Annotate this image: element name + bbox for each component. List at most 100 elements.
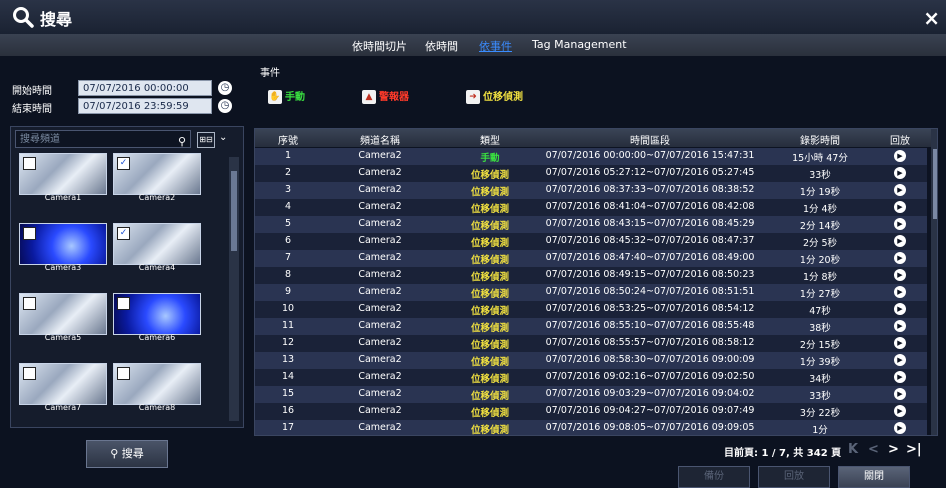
play-icon[interactable]: ▶	[894, 422, 906, 434]
play-icon[interactable]: ▶	[894, 269, 906, 281]
table-row[interactable]: 6 Camera2 位移偵測 07/07/2016 08:45:32~07/07/20…	[255, 233, 927, 250]
tab-tag-management[interactable]: Tag Management	[532, 38, 627, 51]
camera-tile[interactable]: Camera6	[113, 293, 203, 343]
camera-tile[interactable]: Camera8	[113, 363, 203, 413]
header-time-range: 時間區段	[630, 136, 670, 147]
camera-checkbox[interactable]	[23, 157, 36, 170]
play-icon[interactable]: ▶	[894, 218, 906, 230]
play-icon[interactable]: ▶	[894, 320, 906, 332]
event-label: 事件	[260, 68, 280, 79]
table-row[interactable]: 7 Camera2 位移偵測 07/07/2016 08:47:40~07/07/20…	[255, 250, 927, 267]
play-icon[interactable]: ▶	[894, 388, 906, 400]
play-icon[interactable]: ▶	[894, 201, 906, 213]
end-clock-icon[interactable]: ◷	[218, 99, 232, 113]
cell-time-range: 07/07/2016 09:04:27~07/07/2016 09:07:49	[545, 405, 755, 416]
camera-checkbox[interactable]	[23, 227, 36, 240]
table-row[interactable]: 8 Camera2 位移偵測 07/07/2016 08:49:15~07/07/20…	[255, 267, 927, 284]
table-row[interactable]: 3 Camera2 位移偵測 07/07/2016 08:37:33~07/07/20…	[255, 182, 927, 199]
play-icon[interactable]: ▶	[894, 150, 906, 162]
play-icon[interactable]: ▶	[894, 286, 906, 298]
camera-thumbnail[interactable]	[113, 293, 201, 335]
tab-by-event[interactable]: 依事件	[479, 38, 512, 54]
channel-scrollbar[interactable]	[229, 157, 239, 421]
camera-thumbnail[interactable]	[113, 363, 201, 405]
camera-tile[interactable]: Camera3	[19, 223, 109, 273]
camera-checkbox[interactable]	[117, 297, 130, 310]
end-time-input[interactable]: 07/07/2016 23:59:59	[78, 98, 212, 114]
camera-tile[interactable]: Camera5	[19, 293, 109, 343]
cell-time-range: 07/07/2016 08:45:32~07/07/2016 08:47:37	[545, 235, 755, 246]
last-page-icon[interactable]: >|	[906, 442, 922, 457]
table-scrollbar[interactable]	[931, 129, 937, 435]
tab-time-slice[interactable]: 依時間切片	[352, 38, 407, 54]
cell-type: 位移偵測	[470, 289, 509, 300]
next-page-icon[interactable]: >	[888, 442, 899, 457]
first-page-icon[interactable]: K	[848, 442, 858, 457]
tab-bar: 依時間切片 依時間 依事件 Tag Management	[0, 34, 946, 56]
camera-thumbnail[interactable]: ✓	[113, 153, 201, 195]
table-row[interactable]: 2 Camera2 位移偵測 07/07/2016 05:27:12~07/07/20…	[255, 165, 927, 182]
cell-type: 位移偵測	[470, 425, 509, 436]
table-row[interactable]: 15 Camera2 位移偵測 07/07/2016 09:03:29~07/07/2…	[255, 386, 927, 403]
view-toggle-icon[interactable]: ⊞⊟	[197, 132, 215, 148]
backup-button[interactable]: 備份	[678, 466, 750, 488]
table-row[interactable]: 14 Camera2 位移偵測 07/07/2016 09:02:16~07/07/2…	[255, 369, 927, 386]
start-clock-icon[interactable]: ◷	[218, 81, 232, 95]
close-icon[interactable]: ×	[923, 6, 940, 30]
play-icon[interactable]: ▶	[894, 167, 906, 179]
camera-checkbox[interactable]: ✓	[117, 227, 130, 240]
close-button[interactable]: 關閉	[838, 466, 910, 488]
event-type-alarm[interactable]: ▲ 警報器	[362, 88, 409, 104]
table-row[interactable]: 11 Camera2 位移偵測 07/07/2016 08:55:10~07/07/2…	[255, 318, 927, 335]
play-icon[interactable]: ▶	[894, 235, 906, 247]
table-scroll-thumb[interactable]	[933, 149, 937, 219]
camera-tile[interactable]: Camera7	[19, 363, 109, 413]
chevron-down-icon[interactable]: ⌄	[219, 132, 227, 143]
play-icon[interactable]: ▶	[894, 405, 906, 417]
play-icon[interactable]: ▶	[894, 252, 906, 264]
camera-thumbnail[interactable]: ✓	[113, 223, 201, 265]
table-row[interactable]: 9 Camera2 位移偵測 07/07/2016 08:50:24~07/07/20…	[255, 284, 927, 301]
play-icon[interactable]: ▶	[894, 371, 906, 383]
cell-channel: Camera2	[358, 303, 402, 314]
play-icon[interactable]: ▶	[894, 184, 906, 196]
camera-thumbnail[interactable]	[19, 153, 107, 195]
tab-by-time[interactable]: 依時間	[425, 38, 458, 54]
camera-thumbnail[interactable]	[19, 223, 107, 265]
camera-thumbnail[interactable]	[19, 363, 107, 405]
playback-button[interactable]: 回放	[758, 466, 830, 488]
camera-checkbox[interactable]	[23, 297, 36, 310]
window-title: 搜尋	[40, 10, 73, 29]
play-icon[interactable]: ▶	[894, 337, 906, 349]
table-header: 序號 頻道名稱 類型 時間區段 錄影時間 回放	[255, 129, 937, 147]
table-row[interactable]: 1 Camera2 手動 07/07/2016 00:00:00~07/07/2016…	[255, 148, 927, 165]
camera-checkbox[interactable]: ✓	[117, 157, 130, 170]
search-icon[interactable]: ⚲	[178, 133, 186, 151]
table-row[interactable]: 12 Camera2 位移偵測 07/07/2016 08:55:57~07/07/2…	[255, 335, 927, 352]
cell-no: 1	[284, 150, 292, 161]
play-icon[interactable]: ▶	[894, 303, 906, 315]
search-button[interactable]: ⚲ 搜尋	[86, 440, 168, 468]
camera-thumbnail[interactable]	[19, 293, 107, 335]
cell-duration: 2分 15秒	[799, 340, 841, 351]
channel-search-input[interactable]: 搜尋頻道 ⚲	[15, 130, 191, 148]
title-bar: 搜尋 ×	[0, 0, 946, 35]
camera-tile[interactable]: ✓ Camera4	[113, 223, 203, 273]
cell-duration: 33秒	[809, 391, 831, 402]
table-row[interactable]: 10 Camera2 位移偵測 07/07/2016 08:53:25~07/07/2…	[255, 301, 927, 318]
table-row[interactable]: 4 Camera2 位移偵測 07/07/2016 08:41:04~07/07/20…	[255, 199, 927, 216]
start-time-input[interactable]: 07/07/2016 00:00:00	[78, 80, 212, 96]
event-type-motion[interactable]: ➜ 位移偵測	[466, 88, 523, 104]
table-row[interactable]: 17 Camera2 位移偵測 07/07/2016 09:08:05~07/07/2…	[255, 420, 927, 436]
scroll-thumb[interactable]	[231, 171, 237, 251]
prev-page-icon[interactable]: <	[868, 442, 879, 457]
camera-tile[interactable]: Camera1	[19, 153, 109, 203]
camera-checkbox[interactable]	[23, 367, 36, 380]
event-type-manual[interactable]: ✋ 手動	[268, 88, 305, 104]
camera-checkbox[interactable]	[117, 367, 130, 380]
play-icon[interactable]: ▶	[894, 354, 906, 366]
camera-tile[interactable]: ✓ Camera2	[113, 153, 203, 203]
table-row[interactable]: 13 Camera2 位移偵測 07/07/2016 08:58:30~07/07/2…	[255, 352, 927, 369]
table-row[interactable]: 5 Camera2 位移偵測 07/07/2016 08:43:15~07/07/20…	[255, 216, 927, 233]
table-row[interactable]: 16 Camera2 位移偵測 07/07/2016 09:04:27~07/07/2…	[255, 403, 927, 420]
